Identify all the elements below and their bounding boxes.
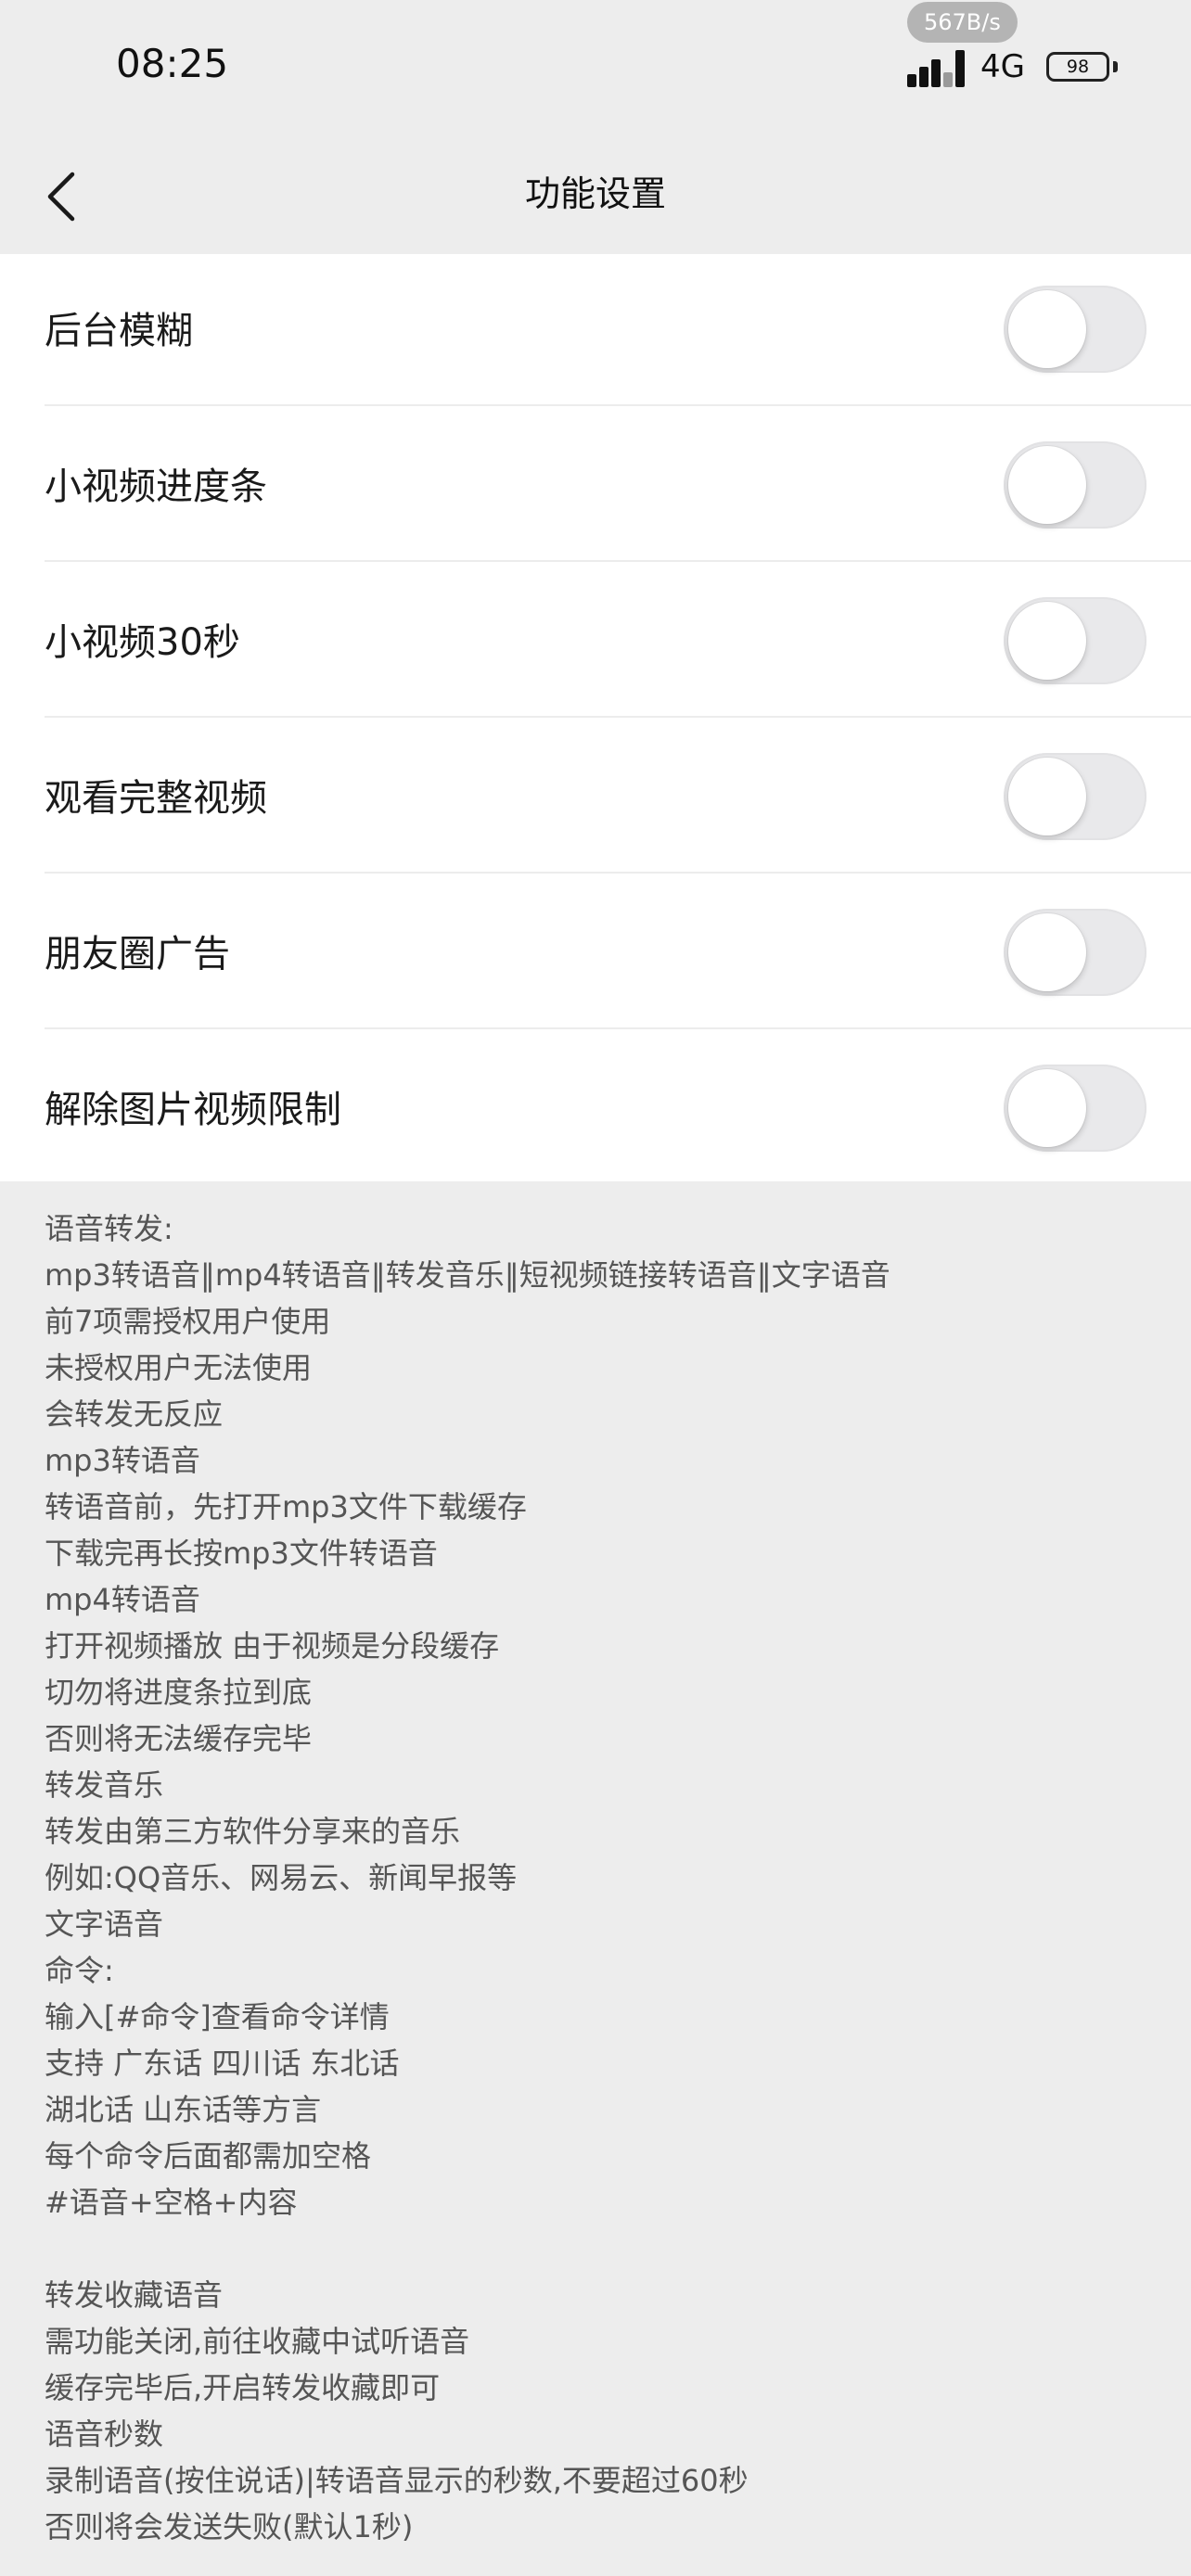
background-blur-toggle[interactable] [1004,286,1146,373]
divider [45,404,1191,406]
battery-level: 98 [1066,57,1090,77]
signal-strength-icon [907,50,965,87]
help-line: 否则将无法缓存完毕 [45,1721,313,1756]
setting-label: 后台模糊 [45,310,193,352]
help-line: mp4转语音 [45,1582,200,1617]
full-video-toggle[interactable] [1004,753,1146,840]
help-line: #语音+空格+内容 [45,2185,298,2220]
help-line: 未授权用户无法使用 [45,1350,313,1385]
help-line: 语音秒数 [45,2417,164,2452]
help-line: 否则将会发送失败(默认1秒) [45,2509,414,2544]
help-line: 录制语音(按住说话)|转语音显示的秒数,不要超过60秒 [45,2463,749,2498]
setting-label: 小视频30秒 [45,621,240,664]
help-line: 转语音前，先打开mp3文件下载缓存 [45,1489,527,1524]
help-line: 前7项需授权用户使用 [45,1304,331,1339]
help-line: mp3转语音 [45,1443,200,1478]
toggle-knob [1008,1069,1086,1147]
setting-row-video-progress-bar: 小视频进度条 [0,408,1191,562]
toggle-knob [1008,758,1086,835]
help-line: 缓存完毕后,开启转发收藏即可 [45,2370,441,2405]
help-line: 支持 广东话 四川话 东北话 [45,2046,400,2081]
help-line: 打开视频播放 由于视频是分段缓存 [45,1628,500,1664]
setting-label: 朋友圈广告 [45,933,230,976]
help-line: 会转发无反应 [45,1396,224,1432]
help-line: 例如:QQ音乐、网易云、新闻早报等 [45,1860,518,1895]
help-line: 切勿将进度条拉到底 [45,1675,313,1710]
help-line: 湖北话 山东话等方言 [45,2092,322,2127]
divider [45,560,1191,562]
help-line: 每个命令后面都需加空格 [45,2138,372,2174]
page-title: 功能设置 [524,173,666,214]
toggle-knob [1008,602,1086,680]
setting-label: 小视频进度条 [45,465,267,508]
help-line: 输入[#命令]查看命令详情 [45,1999,390,2034]
help-line: 转发收藏语音 [45,2277,224,2313]
setting-row-media-limit: 解除图片视频限制 [0,1031,1191,1185]
divider [45,872,1191,874]
toggle-knob [1008,290,1086,368]
help-line: mp3转语音‖mp4转语音‖转发音乐‖短视频链接转语音‖文字语音 [45,1257,890,1293]
help-line: 下载完再长按mp3文件转语音 [45,1536,438,1571]
toggle-knob [1008,446,1086,524]
toggle-knob [1008,913,1086,991]
status-bar: 08:25 567B/s 4G 98 [0,0,1191,139]
setting-row-background-blur: 后台模糊 [0,252,1191,406]
settings-list: 后台模糊 小视频进度条 小视频30秒 观看完整视频 朋友圈广告 解除图片视频限制 [0,254,1191,1181]
help-line: 语音转发: [45,1211,173,1246]
battery-icon: 98 [1046,52,1109,82]
network-type: 4G [980,48,1025,85]
help-line: 文字语音 [45,1906,164,1942]
divider [45,716,1191,718]
video-progress-bar-toggle[interactable] [1004,441,1146,529]
help-line [45,2225,1158,2272]
status-time: 08:25 [116,41,229,86]
setting-row-moments-ads: 朋友圈广告 [0,875,1191,1029]
media-limit-toggle[interactable] [1004,1065,1146,1152]
setting-row-full-video: 观看完整视频 [0,720,1191,874]
setting-label: 解除图片视频限制 [45,1089,341,1131]
network-speed-badge: 567B/s [907,2,1018,43]
help-line: 命令: [45,1953,114,1988]
setting-row-video-30s: 小视频30秒 [0,564,1191,718]
help-line: 转发音乐 [45,1767,164,1803]
nav-bar: 功能设置 [0,139,1191,254]
help-line: 转发由第三方软件分享来的音乐 [45,1814,461,1849]
video-30s-toggle[interactable] [1004,597,1146,684]
divider [45,1027,1191,1029]
help-text: 语音转发: mp3转语音‖mp4转语音‖转发音乐‖短视频链接转语音‖文字语音 前… [45,1205,1158,2550]
help-line: 需功能关闭,前往收藏中试听语音 [45,2324,470,2359]
battery-tip [1113,61,1118,72]
setting-label: 观看完整视频 [45,777,267,820]
moments-ads-toggle[interactable] [1004,909,1146,996]
